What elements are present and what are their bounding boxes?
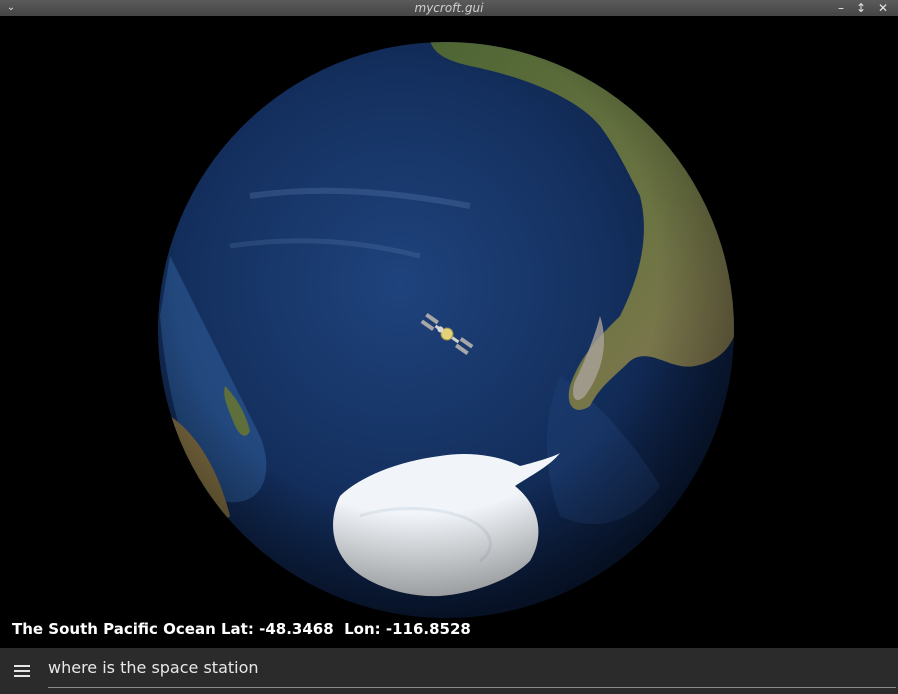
utterance-input[interactable]: where is the space station: [48, 657, 896, 688]
place-name: The South Pacific Ocean: [12, 620, 216, 638]
maximize-icon[interactable]: ↕: [854, 0, 868, 16]
lon-label: Lon:: [344, 620, 381, 638]
location-caption: The South Pacific Ocean Lat: -48.3468 Lo…: [12, 620, 471, 638]
minimize-icon[interactable]: –: [834, 0, 848, 16]
earth-globe: [158, 42, 734, 618]
map-view: The South Pacific Ocean Lat: -48.3468 Lo…: [0, 16, 898, 648]
window-titlebar: ⌄ mycroft.gui – ↕ ✕: [0, 0, 898, 16]
lon-value: -116.8528: [385, 620, 471, 638]
lat-value: -48.3468: [259, 620, 334, 638]
window-title: mycroft.gui: [414, 1, 484, 15]
lat-label: Lat:: [221, 620, 254, 638]
hamburger-menu-icon[interactable]: [14, 664, 32, 678]
globe-container: [0, 16, 898, 648]
close-icon[interactable]: ✕: [876, 0, 890, 16]
